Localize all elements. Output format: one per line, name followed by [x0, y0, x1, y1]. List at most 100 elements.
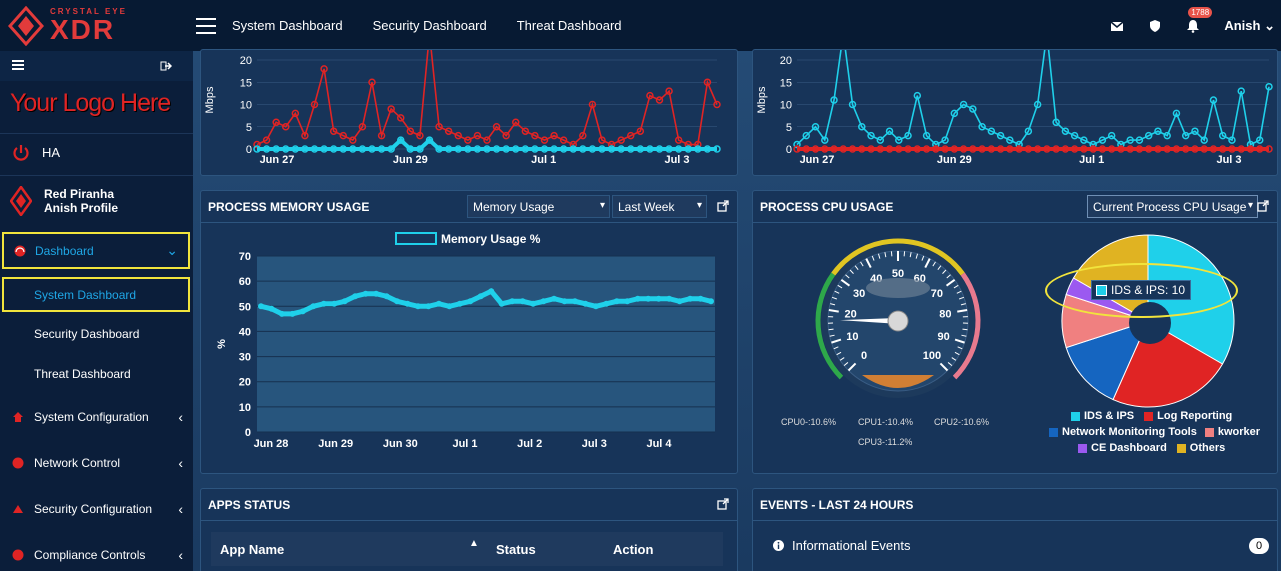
col-action[interactable]: Action [613, 542, 653, 557]
brand-mark-icon [8, 5, 44, 46]
data-point [310, 303, 317, 310]
sort-asc-icon[interactable]: ▲ [469, 538, 479, 549]
sidebar-item-security-dashboard[interactable]: Security Dashboard [0, 323, 193, 345]
sidebar-collapse-icon[interactable] [12, 60, 24, 70]
events-panel: EVENTS - LAST 24 HOURS Informational Eve… [752, 488, 1278, 571]
data-point [467, 298, 474, 305]
legend-swatch [1204, 427, 1214, 437]
user-menu[interactable]: Anish ⌄ [1224, 18, 1275, 34]
bell-icon [1187, 19, 1200, 33]
data-point [456, 300, 463, 307]
notification-bell[interactable]: 1788 [1186, 6, 1213, 33]
external-link-icon[interactable] [717, 200, 729, 212]
x-tick-label: Jul 2 [517, 438, 542, 450]
external-link-icon[interactable] [717, 498, 729, 510]
chevron-down-icon: ⌄ [1264, 17, 1275, 33]
sidebar-item-dashboard[interactable]: Dashboard ⌄ [2, 232, 190, 269]
menu-toggle-icon[interactable] [196, 17, 216, 34]
sign-out-icon[interactable] [160, 61, 172, 71]
y-axis-label: Mbps [204, 86, 216, 113]
nav-security-dashboard[interactable]: Security Dashboard [373, 18, 487, 33]
shield-icon[interactable] [1148, 19, 1162, 33]
data-point [624, 298, 631, 305]
cpu-panel: PROCESS CPU USAGE Current Process CPU Us… [752, 190, 1278, 474]
sidebar-item-network-control[interactable]: Network Control ‹ [0, 452, 193, 474]
sidebar-item-ha[interactable]: HA [0, 133, 193, 171]
legend-label[interactable]: Log Reporting [1157, 410, 1232, 422]
memory-chart: 70 60 50 40 30 20 10 0% Memory Usage % Jun 28 Jun … [216, 232, 715, 450]
mail-icon[interactable] [1110, 19, 1124, 33]
sidebar-item-system-dashboard[interactable]: System Dashboard [2, 277, 190, 312]
sidebar-item-security-configuration[interactable]: Security Configuration ‹ [0, 498, 193, 520]
pie-legend-row: CE Dashboard Others [1078, 442, 1225, 454]
data-point [645, 295, 652, 302]
col-status[interactable]: Status [496, 542, 536, 557]
legend-label[interactable]: Others [1190, 442, 1225, 454]
y-tick-label: 20 [780, 55, 792, 67]
main-content: 20 15 10 5 0 Mbps Jun 27 Jun 29 Jul 1 Jul 3 20 15 1… [193, 29, 1281, 571]
y-tick-label: 10 [240, 100, 252, 112]
nav-system-dashboard[interactable]: System Dashboard [232, 18, 343, 33]
col-app-name[interactable]: App Name [220, 542, 284, 557]
cpu-core-0: CPU0-:10.6% [781, 417, 837, 427]
y-tick-label: 70 [239, 251, 251, 263]
profile-subtitle: Anish Profile [44, 200, 119, 215]
data-point [414, 303, 421, 310]
sidebar-item-threat-dashboard[interactable]: Threat Dashboard [0, 363, 193, 385]
gauge-tick-label: 0 [861, 350, 867, 362]
y-axis-label: % [216, 339, 228, 349]
cpu-core-3: CPU3-:11.2% [858, 437, 913, 447]
sidebar-item-label: Compliance Controls [34, 548, 146, 562]
legend-label[interactable]: kworker [1218, 426, 1260, 438]
y-tick-label: 0 [246, 144, 252, 156]
home-icon [13, 412, 23, 422]
data-point [592, 303, 599, 310]
memory-panel-header: PROCESS MEMORY USAGE Memory Usage Last W… [201, 191, 737, 223]
nav-threat-dashboard[interactable]: Threat Dashboard [517, 18, 622, 33]
apps-table-header: App Name ▲ Status Action [211, 532, 723, 566]
sidebar-profile[interactable]: Red Piranha Anish Profile [0, 175, 193, 225]
y-tick-label: 20 [240, 55, 252, 67]
y-axis-label: Mbps [756, 86, 768, 113]
events-panel-header: EVENTS - LAST 24 HOURS [753, 489, 1277, 521]
cpu-process-select[interactable]: Current Process CPU Usage [1087, 195, 1258, 218]
event-label: Informational Events [792, 538, 911, 553]
data-point [551, 295, 558, 302]
sidebar-item-system-configuration[interactable]: System Configuration ‹ [0, 406, 193, 428]
legend-label: Memory Usage % [441, 232, 541, 246]
memory-range-select[interactable]: Last Week [612, 195, 707, 218]
external-link-icon[interactable] [1257, 200, 1269, 212]
sidebar-item-compliance-controls[interactable]: Compliance Controls ‹ [0, 544, 193, 566]
pie-legend-row: Network Monitoring Tools kworker [1049, 426, 1260, 438]
y-tick-label: 0 [245, 427, 251, 439]
dashboard-icon [14, 245, 26, 256]
data-point [320, 300, 327, 307]
compliance-icon [12, 549, 24, 561]
x-tick-label: Jul 4 [646, 438, 672, 450]
gauge-tick-label: 30 [853, 288, 865, 300]
data-point [498, 300, 505, 307]
user-name: Anish [1224, 17, 1261, 33]
legend-label[interactable]: CE Dashboard [1091, 442, 1167, 454]
data-point [687, 295, 694, 302]
data-point [331, 300, 338, 307]
gauge-tick-label: 80 [939, 308, 951, 320]
data-point [561, 298, 568, 305]
x-tick-label: Jun 29 [318, 438, 353, 450]
legend-label[interactable]: IDS & IPS [1084, 410, 1134, 422]
plot-area [257, 256, 715, 432]
chevron-left-icon: ‹ [178, 455, 183, 471]
event-row-informational[interactable]: Informational Events [773, 538, 911, 553]
data-point [540, 298, 547, 305]
data-point [634, 295, 641, 302]
x-tick-label: Jul 1 [531, 154, 556, 166]
sidebar-item-label: Security Configuration [34, 502, 153, 516]
legend-label[interactable]: Network Monitoring Tools [1062, 426, 1197, 438]
data-point [613, 298, 620, 305]
gauge-tick-label: 10 [846, 331, 858, 343]
memory-metric-select[interactable]: Memory Usage [467, 195, 610, 218]
chevron-left-icon: ‹ [178, 409, 183, 425]
brand-logo[interactable]: CRYSTAL EYE XDR [0, 0, 193, 51]
data-point [582, 300, 589, 307]
y-tick-label: 0 [786, 144, 792, 156]
